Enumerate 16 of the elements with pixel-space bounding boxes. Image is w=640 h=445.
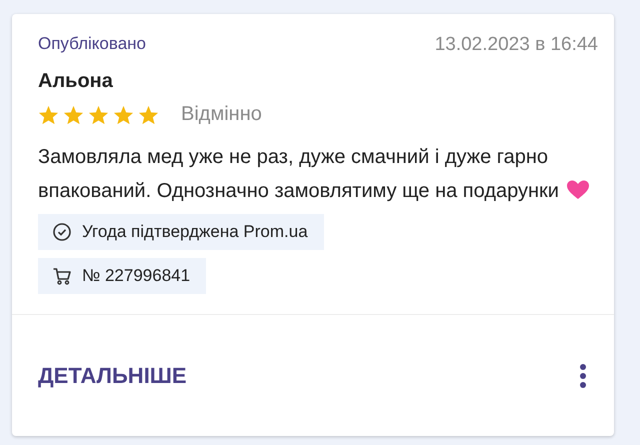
date-label: 13.02.2023 в 16:44 [434, 34, 598, 56]
star-icon [88, 104, 109, 124]
verified-deal-badge: Угода підтверджена Prom.ua [38, 214, 324, 250]
star-icon [138, 104, 159, 124]
more-options-icon[interactable] [579, 362, 587, 388]
details-button[interactable]: ДЕТАЛЬНІШЕ [38, 362, 187, 388]
star-icon [63, 104, 84, 124]
cart-icon [52, 266, 72, 286]
check-circle-icon [52, 222, 72, 242]
author-name: Альона [37, 69, 114, 93]
rating-label: Відмінно [181, 103, 262, 126]
status-label: Опубліковано [38, 34, 146, 55]
order-number-badge: № 227996841 [38, 258, 206, 294]
review-text: Замовляла мед уже не раз, дуже смачний і дуже гарно впакований. Однозначно замовлятиму ще на подарунки [38, 146, 559, 202]
star-icon [113, 104, 134, 124]
star-icon [38, 104, 59, 124]
